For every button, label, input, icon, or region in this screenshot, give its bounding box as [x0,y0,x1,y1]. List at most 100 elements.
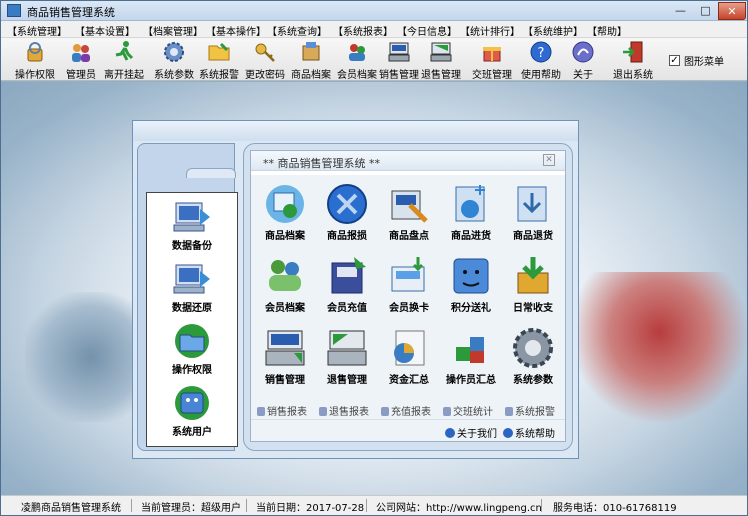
toolbar-suspend-button[interactable]: 离开挂起 [98,40,150,81]
grid-item-member-recharge[interactable]: 会员充值 [317,255,377,321]
status-date: 当前日期：2017-07-28 [256,503,365,514]
report-icon [505,407,513,416]
info-icon [445,428,455,438]
folder-globe-icon [455,185,485,222]
member-icon [349,44,365,61]
cash-register-return-icon [327,330,367,366]
function-grid: 商品档案 商品报损 商品盘点 商品进货 商品退货 会员档案 会员充值 会员换卡 … [251,175,565,405]
help-icon [503,428,513,438]
toolbar-about-button[interactable]: 关于 [557,40,609,81]
cash-register-icon [265,330,305,366]
toolbar-shift-handover-button[interactable]: 交班管理 [466,40,518,81]
grid-item-funds-summary[interactable]: 资金汇总 [379,327,439,393]
menu-basic-operations[interactable]: 【基本操作】 [206,23,266,38]
maximize-button[interactable]: □ [693,2,718,20]
graphic-menu-label: 图形菜单 [684,57,724,68]
cash-register-icon [388,42,410,62]
nav-data-backup[interactable]: 数据备份 [147,197,237,257]
status-separator [541,499,542,512]
toolbar-change-password-button[interactable]: 更改密码 [239,40,291,81]
toolbar-product-archive-button[interactable]: 商品档案 [285,40,337,81]
menu-system-query[interactable]: 【系统查询】 [267,23,327,38]
svg-text:?: ? [538,46,545,61]
about-logo-icon [572,41,594,63]
computer-backup-icon [173,202,210,232]
cubes-icon [456,337,484,363]
help-icon: ? [530,41,552,63]
nav-data-restore[interactable]: 数据还原 [147,259,237,319]
grid-item-member-archive[interactable]: 会员档案 [255,255,315,321]
nav-system-users[interactable]: 系统用户 [147,383,237,443]
main-panel: 数据备份 数据还原 操作权限 系统用户 ** 商品销售管理系统 ** ✕ 商品档… [132,120,579,459]
grid-item-product-inventory[interactable]: 商品盘点 [379,183,439,249]
grid-item-product-return[interactable]: 商品退货 [503,183,563,249]
system-help-link[interactable]: 系统帮助 [503,425,555,440]
grid-item-operator-summary[interactable]: 操作员汇总 [441,327,501,393]
grid-item-return-sales-management[interactable]: 退售管理 [317,327,377,393]
computer-restore-icon [173,264,210,294]
report-icon [319,407,327,416]
menu-system-maintenance[interactable]: 【系统维护】 [523,23,583,38]
report-icon [443,407,451,416]
link-recharge-report[interactable]: 充值报表 [381,403,431,418]
menu-statistics-ranking[interactable]: 【统计排行】 [460,23,520,38]
main-content: 数据备份 数据还原 操作权限 系统用户 ** 商品销售管理系统 ** ✕ 商品档… [1,82,747,495]
disk-recharge-icon [331,257,366,294]
menu-archive-management[interactable]: 【档案管理】 [143,23,203,38]
toolbar: 操作权限 管理员 离开挂起 系统参数 系统报警 更改密码 商品档案 会员档案 销… [1,38,747,81]
report-icon [381,407,389,416]
function-panel-title: ** 商品销售管理系统 ** [263,157,380,170]
link-return-report[interactable]: 退售报表 [319,403,369,418]
running-man-icon [115,41,134,61]
status-admin: 当前管理员：超级用户 [141,503,241,514]
inventory-tools-icon [391,190,428,223]
grid-item-points-gift[interactable]: 积分送礼 [441,255,501,321]
gift-icon [483,47,501,62]
product-box-icon [302,42,320,61]
window-title: 商品销售管理系统 [27,6,115,19]
left-nav-tab [186,168,236,178]
grid-item-sales-management[interactable]: 销售管理 [255,327,315,393]
title-bar: 商品销售管理系统 — □ ✕ [1,1,747,21]
pie-chart-icon [394,330,425,366]
grid-item-product-archive[interactable]: 商品档案 [255,183,315,249]
grid-item-system-params[interactable]: 系统参数 [503,327,563,393]
toolbar-system-alarm-button[interactable]: 系统报警 [193,40,245,81]
menu-help[interactable]: 【帮助】 [587,23,627,38]
about-us-link[interactable]: 关于我们 [445,425,497,440]
grid-item-member-card-change[interactable]: 会员换卡 [379,255,439,321]
menu-system-management[interactable]: 【系统管理】 [7,23,67,38]
grid-item-daily-income-expense[interactable]: 日常收支 [503,255,563,321]
toolbar-permissions-button[interactable]: 操作权限 [9,40,61,81]
status-separator [366,499,367,512]
link-shift-statistics[interactable]: 交班统计 [443,403,493,418]
status-phone: 服务电话：010-61768119 [553,503,677,514]
menu-system-reports[interactable]: 【系统报表】 [333,23,393,38]
menu-bar: 【系统管理】 【基本设置】 【档案管理】 【基本操作】 【系统查询】 【系统报表… [1,21,747,38]
key-icon [255,43,275,62]
menu-basic-settings[interactable]: 【基本设置】 [75,23,135,38]
report-icon [257,407,265,416]
link-sales-report[interactable]: 销售报表 [257,403,307,418]
cash-register-icon [430,42,452,62]
grid-item-product-damage[interactable]: 商品报损 [317,183,377,249]
close-button[interactable]: ✕ [718,2,746,20]
user-face-icon [175,386,209,420]
minimize-button[interactable]: — [668,2,693,20]
link-system-alarm[interactable]: 系统报警 [505,403,555,418]
folder-shield-icon [175,324,209,358]
folder-down-arrow-icon [517,186,547,222]
users-icon [72,44,90,62]
grid-item-product-purchase[interactable]: 商品进货 [441,183,501,249]
function-panel-frame: ** 商品销售管理系统 ** ✕ 商品档案 商品报损 商品盘点 商品进货 商品退… [243,143,573,451]
toolbar-exit-button[interactable]: 退出系统 [607,40,659,81]
card-change-icon [391,257,425,292]
graphic-menu-checkbox[interactable]: ✓ [669,55,680,66]
panel-close-icon[interactable]: ✕ [543,154,555,166]
folder-icon [208,42,230,61]
members-icon [269,260,301,291]
product-damage-icon [327,184,367,224]
nav-permissions[interactable]: 操作权限 [147,321,237,381]
menu-today-info[interactable]: 【今日信息】 [397,23,457,38]
toolbar-return-sales-button[interactable]: 退售管理 [415,40,467,81]
